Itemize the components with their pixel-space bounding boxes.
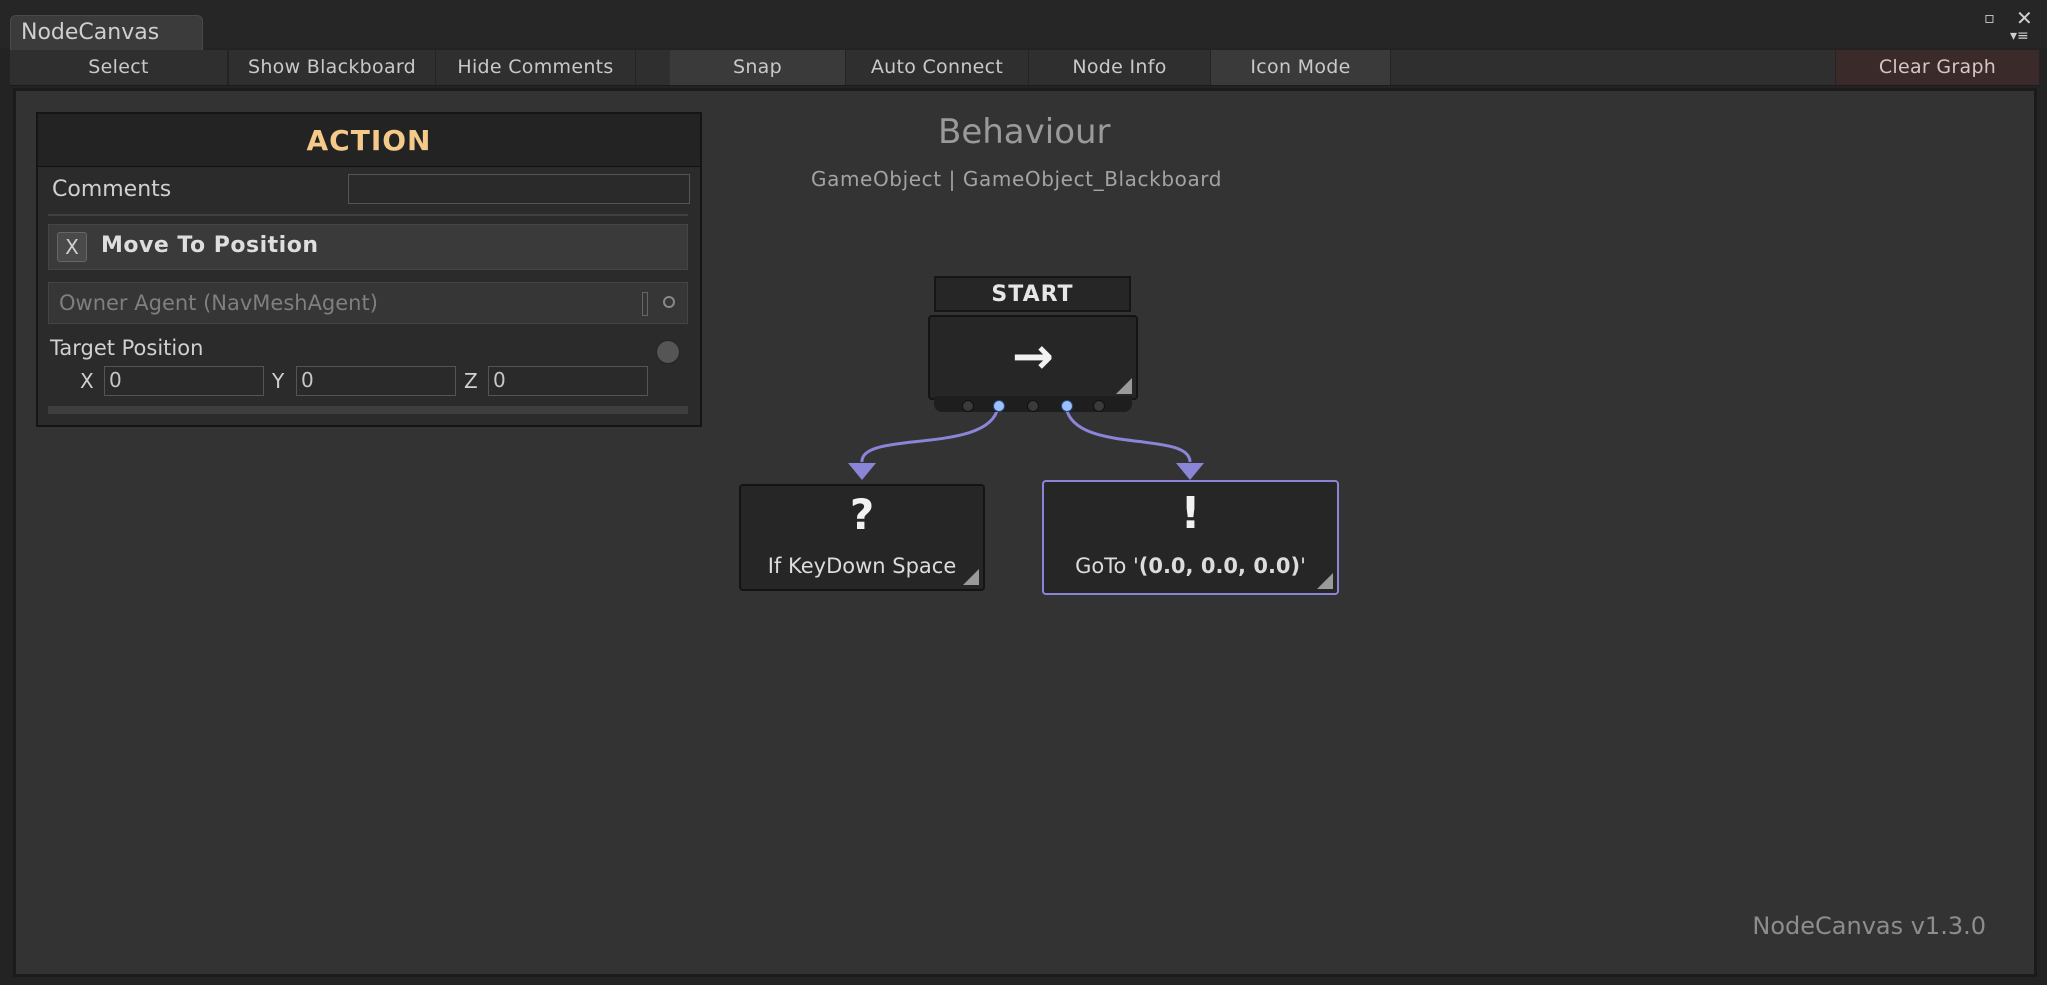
port[interactable]	[1093, 400, 1105, 412]
connection-arrow-condition	[848, 463, 876, 480]
action-node-text: GoTo '(0.0, 0.0, 0.0)'	[1044, 554, 1337, 578]
resize-handle-icon[interactable]	[1116, 378, 1132, 394]
port[interactable]	[962, 400, 974, 412]
action-text-prefix: GoTo '	[1075, 554, 1139, 578]
port-connected[interactable]	[1061, 400, 1073, 412]
port-connected[interactable]	[993, 400, 1005, 412]
connection-arrow-action	[1176, 463, 1204, 480]
resize-handle-icon[interactable]	[1317, 573, 1333, 589]
condition-node-text: If KeyDown Space	[767, 554, 957, 578]
arrow-right-icon: →	[1012, 327, 1054, 385]
connection-start-to-action[interactable]	[1064, 406, 1192, 463]
action-text-suffix: '	[1300, 554, 1306, 578]
start-node-label: START	[934, 276, 1131, 312]
condition-node[interactable]: ? If KeyDown Space	[739, 484, 985, 591]
connection-start-to-condition[interactable]	[860, 406, 1000, 463]
question-mark-icon: ?	[849, 490, 875, 539]
action-node[interactable]: ! GoTo '(0.0, 0.0, 0.0)'	[1042, 480, 1339, 595]
connection-layer	[848, 406, 1204, 480]
start-node[interactable]: →	[928, 315, 1138, 400]
resize-handle-icon[interactable]	[963, 569, 979, 585]
port[interactable]	[1027, 400, 1039, 412]
exclamation-icon: !	[1180, 488, 1201, 539]
action-text-value: (0.0, 0.0, 0.0)	[1138, 554, 1301, 578]
